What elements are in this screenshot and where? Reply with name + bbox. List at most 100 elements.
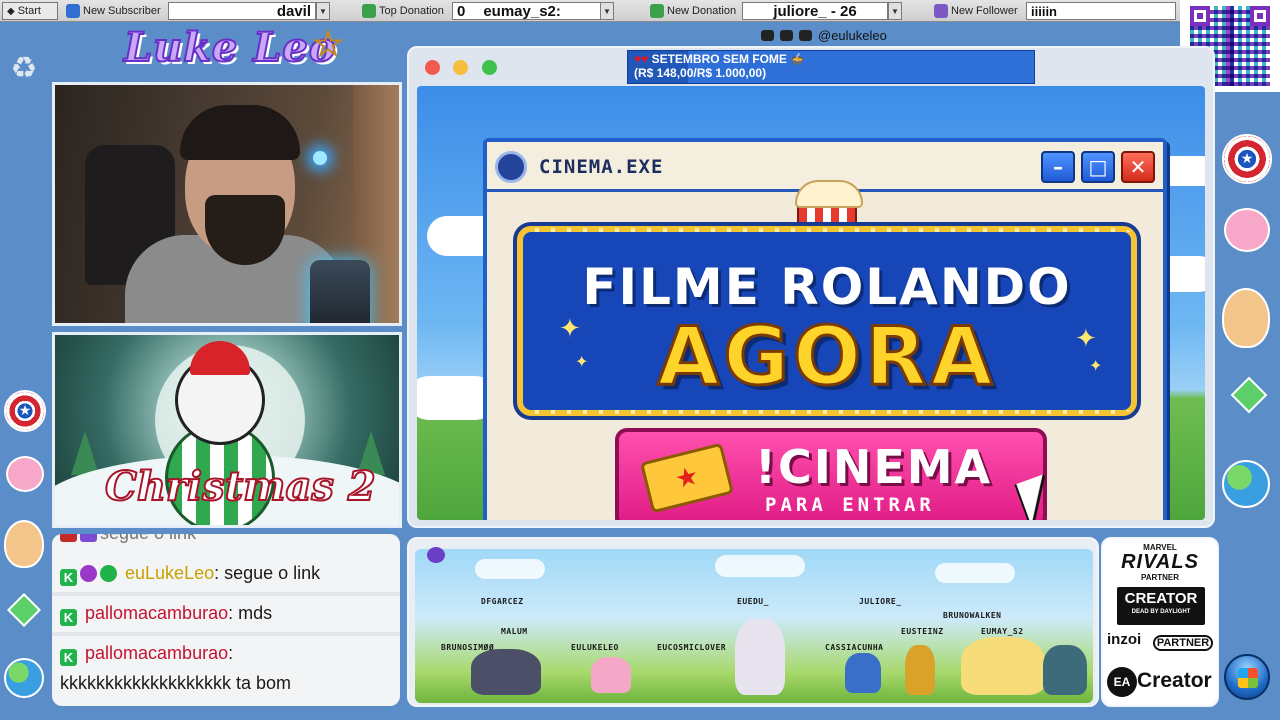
viewer-avatar xyxy=(591,657,631,693)
donation-goal: ♥♥ SETEMBRO SEM FOME 🍲 (R$ 148,00/R$ 1.0… xyxy=(627,50,1035,84)
partner-badges: MARVEL RIVALS PARTNER CREATOR DEAD BY DA… xyxy=(1101,537,1219,707)
viewer-avatar xyxy=(735,619,785,695)
verified-badge-icon xyxy=(100,565,117,582)
top-donation-label: Top Donation xyxy=(379,5,444,17)
goal-title: SETEMBRO SEM FOME xyxy=(651,52,787,66)
cloud xyxy=(475,559,545,579)
pixel-sky-scene: CINEMA.EXE – □ ✕ ✦ ✦ ✦ ✦ FILME ROLANDO A… xyxy=(417,86,1205,520)
follower-icon xyxy=(934,4,948,18)
qr-corner xyxy=(1190,6,1210,26)
windows-start-icon[interactable] xyxy=(1224,654,1270,700)
msn-icon xyxy=(4,658,44,698)
plumbob-icon xyxy=(7,593,41,627)
window-minimize-dot[interactable] xyxy=(453,60,468,75)
stream-taskbar: ◆ Start New Subscriber davil ▼ Top Donat… xyxy=(0,0,1180,22)
chat-message: K euLukeLeo: segue o link xyxy=(60,560,394,586)
sub-badge-icon xyxy=(80,565,97,582)
new-subscriber-label: New Subscriber xyxy=(83,5,161,17)
inzoi-logo: inzoi xyxy=(1107,631,1142,648)
social-handle: @eulukeleo xyxy=(818,28,887,43)
twitter-icon[interactable] xyxy=(780,30,793,41)
chat-username[interactable]: pallomacamburao xyxy=(85,603,228,623)
dbd-creator-badge: CREATOR DEAD BY DAYLIGHT xyxy=(1117,587,1205,625)
webcam-feed xyxy=(52,82,402,326)
chat-text: : mds xyxy=(228,603,273,623)
goal-progress-text: (R$ 148,00/R$ 1.000,00) xyxy=(634,66,767,80)
viewer-name: EUSTEINZ xyxy=(901,627,944,636)
chat-bubble-icon xyxy=(427,547,445,563)
chat-divider xyxy=(52,632,400,636)
film-reel-icon xyxy=(495,151,527,183)
viewer-name: MALUM xyxy=(501,627,528,636)
chat-message: K pallomacamburao: mds xyxy=(60,600,394,626)
avatar-stage: DFGARCEZ EUEDU_ JULIORE_ BRUNOWALKEN MAL… xyxy=(415,549,1093,703)
qr-corner xyxy=(1250,6,1270,26)
chat-text: : segue o link xyxy=(214,563,321,583)
youtube-icon[interactable] xyxy=(799,30,812,41)
new-donation-label: New Donation xyxy=(667,5,737,17)
close-button[interactable]: ✕ xyxy=(1121,151,1155,183)
cinema-instruction: PARA ENTRAR xyxy=(765,494,935,516)
creator-label: CREATOR xyxy=(1124,590,1198,607)
new-donation-field: juliore_ - 26 xyxy=(742,2,888,20)
viewer-avatars-panel: DFGARCEZ EUEDU_ JULIORE_ BRUNOWALKEN MAL… xyxy=(407,537,1099,707)
now-playing-subheadline: AGORA xyxy=(656,310,997,403)
kick-badge-icon: K xyxy=(60,649,77,666)
viewer-avatar xyxy=(1043,645,1087,695)
plumbob-icon xyxy=(1230,376,1268,414)
instagram-icon[interactable] xyxy=(761,30,774,41)
chevron-down-icon[interactable]: ▼ xyxy=(316,2,330,20)
donation-icon xyxy=(650,4,664,18)
rivals-logo: RIVALS xyxy=(1121,551,1199,573)
dbd-label: DEAD BY DAYLIGHT xyxy=(1131,609,1191,615)
cinema-window-title: CINEMA.EXE xyxy=(539,156,664,178)
chat-username[interactable]: pallomacamburao xyxy=(85,643,228,663)
recycle-bin-icon[interactable]: ♻ xyxy=(4,46,44,90)
chat-divider xyxy=(52,592,400,596)
new-follower-widget: New Follower xyxy=(930,2,1022,20)
chat-panel: segue o link K euLukeLeo: segue o link K… xyxy=(52,534,400,706)
maximize-button[interactable]: □ xyxy=(1081,151,1115,183)
social-handles: @eulukeleo xyxy=(761,28,887,43)
minimize-button[interactable]: – xyxy=(1041,151,1075,183)
badge-icon xyxy=(80,534,97,542)
chat-text-continuation: kkkkkkkkkkkkkkkkkkk ta bom xyxy=(60,673,292,693)
shield-icon: ★ xyxy=(4,390,46,432)
top-donation-amount: 0 xyxy=(457,2,466,20)
jigglypuff-icon xyxy=(1224,208,1270,252)
cloud xyxy=(715,555,805,577)
chevron-down-icon[interactable]: ▼ xyxy=(600,2,614,20)
new-donation-widget: New Donation xyxy=(646,2,740,20)
now-playing-marquee: ✦ ✦ ✦ ✦ FILME ROLANDO AGORA xyxy=(517,226,1137,416)
viewer-name: EULUKELEO xyxy=(571,643,619,652)
chat-text: : xyxy=(228,643,234,663)
cinema-command: !CINEMA xyxy=(755,440,993,494)
cloud xyxy=(935,563,1015,583)
viewer-name: CASSIACUNHA xyxy=(825,643,884,652)
top-donation-user: eumay_s2: xyxy=(483,2,561,20)
star-icon: ☆ xyxy=(311,24,345,66)
chat-partial-message: segue o link xyxy=(60,534,394,546)
jigglypuff-icon xyxy=(6,456,44,492)
ea-creator-label: Creator xyxy=(1137,669,1212,692)
heart-icon: ♥♥ xyxy=(634,52,649,66)
window-close-dot[interactable] xyxy=(425,60,440,75)
character-face-icon xyxy=(4,520,44,568)
window-maximize-dot[interactable] xyxy=(482,60,497,75)
donation-icon xyxy=(362,4,376,18)
new-subscriber-widget: New Subscriber xyxy=(62,2,165,20)
start-button[interactable]: ◆ Start xyxy=(2,2,58,20)
viewer-name: JULIORE_ xyxy=(859,597,902,606)
chevron-down-icon[interactable]: ▼ xyxy=(888,2,902,20)
shield-icon: ★ xyxy=(1222,134,1272,184)
microphone xyxy=(310,260,370,323)
character-face-icon xyxy=(1222,288,1270,348)
chat-partial-text: segue o link xyxy=(100,534,196,543)
goal-title-row: ♥♥ SETEMBRO SEM FOME 🍲 xyxy=(634,52,1028,66)
chat-username[interactable]: euLukeLeo xyxy=(125,563,214,583)
kick-badge-icon: K xyxy=(60,609,77,626)
cinema-command-button[interactable]: ★ !CINEMA PARA ENTRAR xyxy=(615,428,1058,520)
start-icon: ◆ xyxy=(7,5,15,17)
ticket-icon: ★ xyxy=(639,442,735,514)
chat-message: K pallomacamburao: xyxy=(60,640,394,666)
